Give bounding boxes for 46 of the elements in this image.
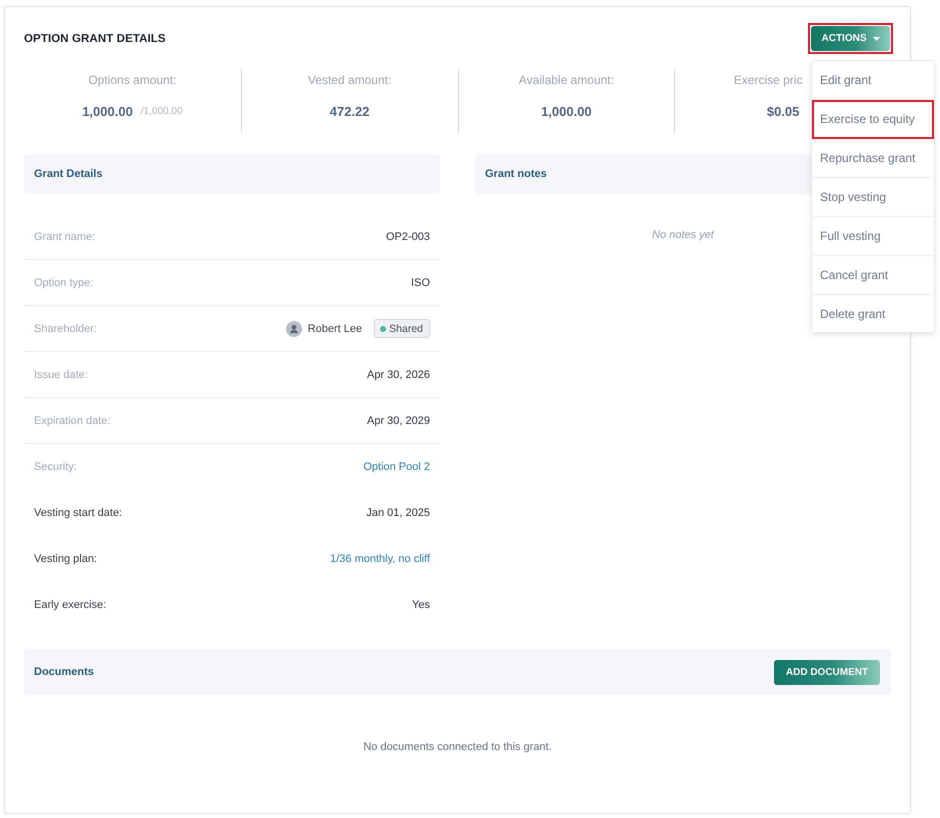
stat-value: 1,000.00 [541, 104, 592, 120]
avatar-icon [286, 320, 302, 336]
field-value: ISO [411, 276, 430, 288]
menu-item[interactable]: Repurchase grant [812, 139, 934, 178]
add-document-button[interactable]: ADD DOCUMENT [774, 660, 880, 684]
stat-value: $0.05 [766, 104, 800, 120]
menu-item[interactable]: Exercise to equity [812, 100, 934, 139]
section-title: Grant notes [485, 168, 547, 180]
person-name[interactable]: Robert Lee [308, 322, 362, 334]
menu-item[interactable]: Stop vesting [812, 178, 934, 217]
empty-documents-text: No documents connected to this grant. [363, 740, 552, 755]
menu-item[interactable]: Full vesting [812, 217, 934, 256]
field-label: Early exercise: [34, 598, 106, 610]
menu-item[interactable]: Delete grant [812, 295, 934, 332]
caret-icon [872, 36, 880, 40]
stat-label: Vested amount: [308, 72, 392, 88]
stat-label: Options amount: [88, 72, 176, 88]
menu-item[interactable]: Edit grant [812, 61, 934, 100]
page-title: OPTION GRANT DETAILS [24, 32, 166, 44]
status-dot-icon [380, 326, 386, 332]
field-label: Security: [34, 460, 77, 472]
field-link[interactable]: Option Pool 2 [363, 460, 430, 472]
field-link[interactable]: 1/36 monthly, no cliff [330, 552, 430, 564]
tag-label: Shared [389, 322, 423, 334]
section-title: Grant Details [34, 168, 102, 180]
field-label: Grant name: [34, 230, 96, 242]
stat-value: 472.22 [330, 104, 370, 120]
field-label: Vesting plan: [34, 552, 97, 564]
section-title: Documents [34, 666, 94, 678]
field-value: Jan 01, 2025 [366, 506, 430, 518]
actions-button[interactable]: ACTIONS [811, 26, 890, 51]
field-value: OP2-003 [386, 230, 430, 242]
field-value: Yes [412, 598, 430, 610]
field-label: Expiration date: [34, 414, 110, 426]
stat-label: Available amount: [518, 72, 614, 88]
field-label: Issue date: [34, 368, 88, 380]
stat-label: Exercise pric [734, 72, 802, 88]
empty-notes-text: No notes yet [652, 228, 714, 243]
field-label: Option type: [34, 276, 94, 288]
field-value: Apr 30, 2029 [367, 414, 430, 426]
field-label: Vesting start date: [34, 506, 122, 518]
field-label: Shareholder: [34, 322, 97, 334]
stat-total: /1,000.00 [140, 106, 183, 117]
field-value: Apr 30, 2026 [367, 368, 430, 380]
menu-item[interactable]: Cancel grant [812, 256, 934, 295]
stat-value: 1,000.00 [82, 104, 133, 120]
